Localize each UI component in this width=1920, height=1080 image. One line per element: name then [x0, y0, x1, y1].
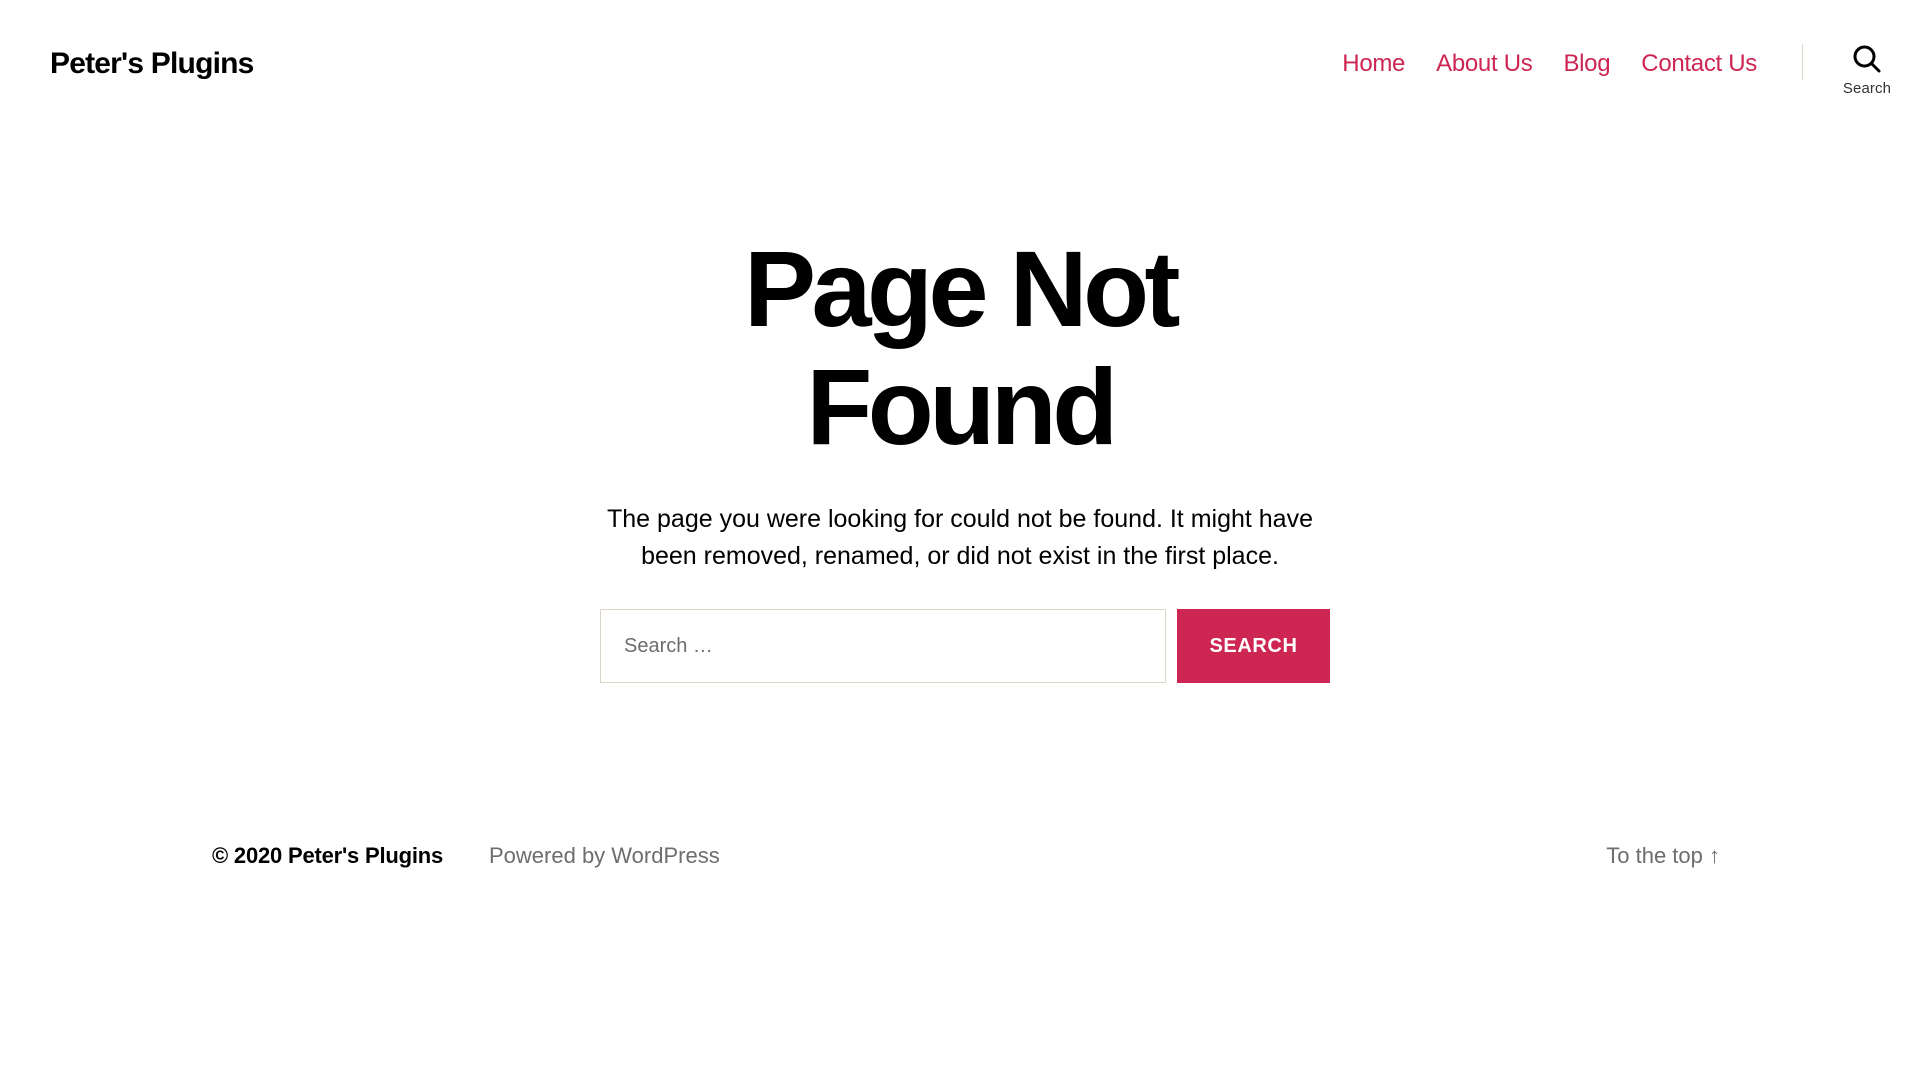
search-icon — [1852, 44, 1882, 74]
primary-nav: Home About Us Blog Contact Us — [1342, 44, 1757, 84]
site-footer: © 2020 Peter's Plugins Powered by WordPr… — [212, 836, 1720, 876]
site-title[interactable]: Peter's Plugins — [50, 44, 254, 84]
search-toggle-label: Search — [1842, 80, 1892, 97]
nav-item-contact-us[interactable]: Contact Us — [1641, 44, 1757, 84]
powered-by-link[interactable]: Powered by WordPress — [489, 836, 720, 876]
nav-item-blog[interactable]: Blog — [1563, 44, 1610, 84]
site-header: Peter's Plugins Home About Us Blog Conta… — [0, 0, 1920, 130]
page-title: Page Not Found — [743, 228, 1181, 467]
nav-item-home[interactable]: Home — [1342, 44, 1405, 84]
main-content: Page Not Found The page you were looking… — [0, 228, 1920, 683]
nav-divider — [1802, 44, 1803, 80]
search-input[interactable] — [600, 609, 1166, 683]
intro-text: The page you were looking for could not … — [606, 505, 1313, 570]
to-the-top-link[interactable]: To the top ↑ — [1606, 836, 1720, 876]
search-toggle-button[interactable]: Search — [1830, 44, 1904, 110]
search-form: SEARCH — [600, 609, 1330, 683]
search-submit-button[interactable]: SEARCH — [1177, 609, 1330, 683]
footer-copyright: © 2020 Peter's Plugins — [212, 843, 444, 868]
nav-item-about-us[interactable]: About Us — [1436, 44, 1533, 84]
